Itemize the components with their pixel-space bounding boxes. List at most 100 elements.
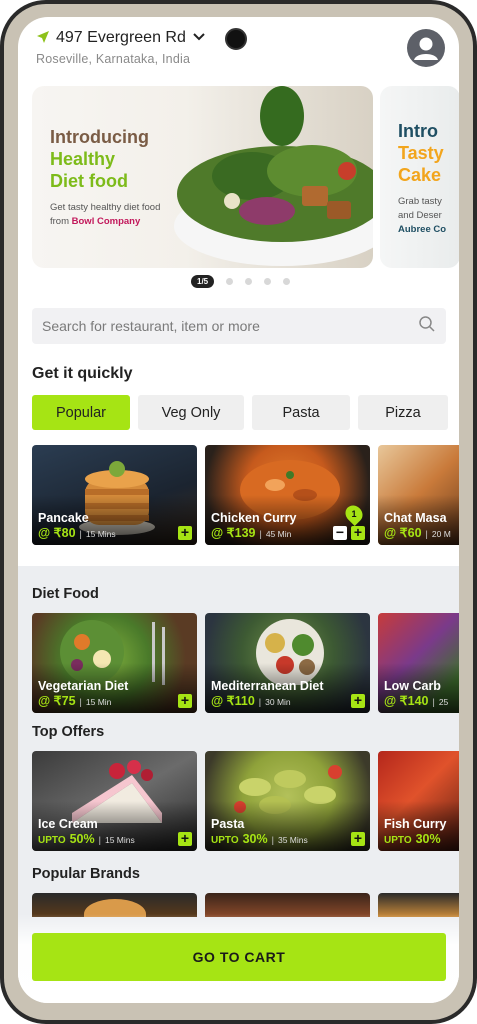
add-plus-icon[interactable]: + (178, 693, 192, 708)
card-price: @ ₹140 (384, 694, 429, 708)
add-plus-icon[interactable]: + (351, 525, 365, 540)
card-time: 15 Mins (85, 529, 116, 539)
card-separator: | (258, 697, 262, 707)
card-price: @ ₹80 (38, 526, 76, 540)
card-separator: | (425, 529, 428, 539)
offer-discount: 50% (69, 832, 95, 846)
profile-avatar-icon[interactable] (407, 29, 445, 67)
card-meta: @ ₹140 | 25 (384, 693, 448, 708)
card-meta: @ ₹75 | 15 Min (38, 693, 111, 708)
card-separator: | (98, 835, 101, 845)
card-time: 15 Min (85, 697, 112, 707)
card-separator: | (79, 697, 82, 707)
section-title-brands: Popular Brands (32, 866, 140, 882)
carousel-dot[interactable] (264, 278, 272, 285)
chip-popular[interactable]: Popular (32, 395, 130, 430)
chip-pizza[interactable]: Pizza (358, 395, 448, 430)
add-plus-icon[interactable]: + (178, 831, 192, 846)
banner-brand-prefix: from (50, 216, 72, 227)
search-bar[interactable]: Search for restaurant, item or more (32, 308, 446, 344)
food-card-fish-curry[interactable]: Fish Curry UPTO 30% (378, 751, 459, 851)
front-camera (225, 28, 247, 50)
add-plus-icon[interactable]: + (351, 831, 365, 846)
phone-frame: 497 Evergreen Rd Roseville, Karnataka, I… (0, 0, 477, 1024)
card-title: Pancake (38, 511, 89, 525)
card-separator: | (259, 529, 262, 539)
card-price: @ ₹110 (211, 694, 255, 708)
navigation-arrow-icon (36, 30, 50, 47)
card-title: Low Carb (384, 679, 441, 693)
banner2-description: Grab tasty (398, 196, 442, 207)
card-title: Vegetarian Diet (38, 679, 129, 693)
app-screen: 497 Evergreen Rd Roseville, Karnataka, I… (18, 17, 459, 1003)
carousel-page-label: 1/5 (191, 275, 215, 288)
card-title: Chicken Curry (211, 511, 297, 525)
card-title: Ice Cream (38, 817, 98, 831)
add-plus-icon[interactable]: + (178, 525, 192, 540)
offer-prefix: UPTO (38, 835, 66, 846)
search-icon[interactable] (418, 315, 436, 338)
banner-title-line3: Diet food (50, 171, 128, 191)
chevron-down-icon[interactable] (192, 29, 206, 47)
card-meta: UPTO 50% | 15 Mins (38, 832, 135, 846)
food-card-ice-cream[interactable]: Ice Cream UPTO 50% | 15 Mins + (32, 751, 197, 851)
carousel-dot[interactable] (245, 278, 253, 285)
chip-veg-only[interactable]: Veg Only (138, 395, 244, 430)
card-title: Chat Masa (384, 511, 447, 525)
carousel-dot[interactable] (226, 278, 234, 285)
section-title-quick: Get it quickly (32, 365, 133, 382)
card-price: @ ₹75 (38, 694, 76, 708)
card-time: 25 (438, 697, 449, 707)
offer-discount: 30% (415, 832, 441, 846)
offer-discount: 30% (242, 832, 268, 846)
banner-description: Get tasty healthy diet food (50, 202, 161, 213)
banner2-title-line3: Cake (398, 165, 442, 185)
quantity-value: 1 (351, 509, 357, 519)
card-separator: | (432, 697, 435, 707)
banner-brand-name: Bowl Company (71, 216, 141, 227)
card-meta: UPTO 30% | 35 Mins (211, 832, 308, 846)
banner2-brand-name: Aubree Co (398, 224, 447, 235)
card-title: Mediterranean Diet (211, 679, 324, 693)
food-card-mediterranean-diet[interactable]: Mediterranean Diet @ ₹110 | 30 Min + (205, 613, 370, 713)
minus-icon[interactable]: − (333, 525, 347, 540)
carousel-indicator: 1/5 (191, 275, 291, 288)
chip-pasta[interactable]: Pasta (252, 395, 350, 430)
banner-brand-line: from Bowl Company (50, 216, 140, 227)
food-card-chicken-curry[interactable]: Chicken Curry @ ₹139 | 45 Min 1 − + (205, 445, 370, 545)
banner2-description-2: and Deser (398, 210, 442, 221)
card-separator: | (271, 835, 274, 845)
section-title-offers: Top Offers (32, 724, 105, 740)
promo-banner-cake[interactable]: Intro Tasty Cake Grab tasty and Deser Au… (380, 86, 459, 268)
offer-prefix: UPTO (384, 835, 412, 846)
section-title-diet: Diet Food (32, 586, 99, 602)
add-plus-icon[interactable]: + (351, 693, 365, 708)
search-input[interactable]: Search for restaurant, item or more (42, 318, 260, 334)
banner-title-line1: Introducing (50, 127, 149, 147)
promo-banner-healthy[interactable]: Introducing Healthy Diet food Get tasty … (32, 86, 373, 268)
banner-title-line2: Healthy (50, 149, 116, 169)
address-label: 497 Evergreen Rd (56, 29, 186, 46)
card-title: Pasta (211, 817, 245, 831)
card-time: 20 M (431, 529, 451, 539)
card-separator: | (79, 529, 82, 539)
card-meta: @ ₹139 | 45 Min (211, 525, 291, 540)
food-card-pancake[interactable]: Pancake @ ₹80 | 15 Mins + (32, 445, 197, 545)
card-time: 15 Mins (104, 835, 135, 845)
food-card-low-carb[interactable]: Low Carb @ ₹140 | 25 (378, 613, 459, 713)
food-card-vegetarian-diet[interactable]: Vegetarian Diet @ ₹75 | 15 Min + (32, 613, 197, 713)
card-price: @ ₹139 (211, 526, 256, 540)
offer-prefix: UPTO (211, 835, 239, 846)
food-card-chat-masala[interactable]: Chat Masa @ ₹60 | 20 M (378, 445, 459, 545)
carousel-dot[interactable] (283, 278, 291, 285)
card-time: 30 Min (265, 697, 291, 707)
go-to-cart-button[interactable]: GO TO CART (32, 933, 446, 981)
address-subtitle: Roseville, Karnataka, India (36, 52, 191, 66)
food-card-pasta[interactable]: Pasta UPTO 30% | 35 Mins + (205, 751, 370, 851)
location-selector[interactable]: 497 Evergreen Rd (36, 29, 206, 47)
card-time: 35 Mins (277, 835, 308, 845)
card-meta: UPTO 30% (384, 832, 441, 846)
card-price: @ ₹60 (384, 526, 422, 540)
card-meta: @ ₹110 | 30 Min (211, 693, 291, 708)
salad-bowl-image (174, 86, 373, 266)
